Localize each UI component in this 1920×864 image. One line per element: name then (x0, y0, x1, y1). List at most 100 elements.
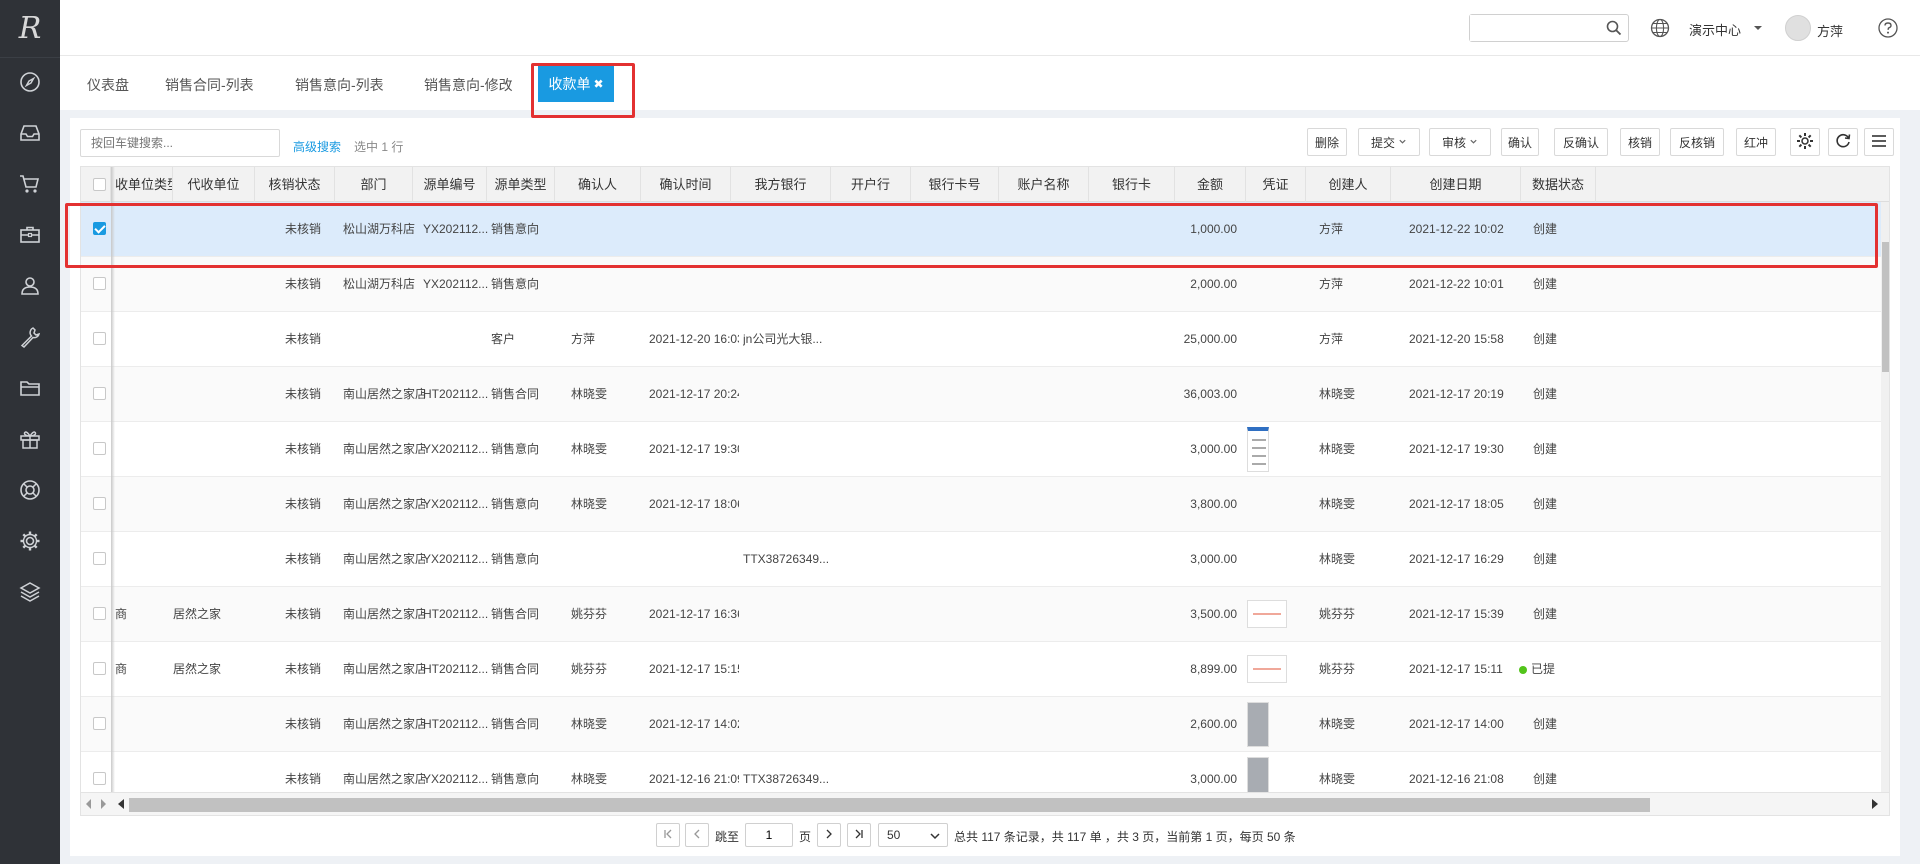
row-checkbox[interactable] (93, 662, 106, 675)
tab-receipt[interactable]: 收款单 ✖ (538, 66, 614, 102)
reverse-button[interactable]: 红冲 (1736, 128, 1776, 156)
sidebar-item-gear[interactable] (0, 517, 60, 568)
sidebar-item-compass[interactable] (0, 58, 60, 109)
sidebar-item-inbox[interactable] (0, 109, 60, 160)
column-header[interactable]: 部门 (335, 167, 413, 202)
scroll-right-icon[interactable] (99, 798, 107, 813)
row-checkbox[interactable] (93, 607, 106, 620)
table-row[interactable]: 商 居然之家 未核销 南山居然之家店 HT202112... 销售合同 姚芬芬 2021-12… (81, 642, 1889, 697)
row-checkbox[interactable] (93, 387, 106, 400)
page-number-input[interactable] (745, 823, 793, 847)
column-header[interactable]: 账户名称 (999, 167, 1089, 202)
row-checkbox[interactable] (93, 772, 106, 785)
table-row[interactable]: 未核销 南山居然之家店 YX202112... 销售意向 林晓雯 2021-12-17 1… (81, 477, 1889, 532)
column-header[interactable]: 金额 (1175, 167, 1246, 202)
list-search-input[interactable] (81, 130, 271, 156)
caret-down-icon[interactable] (1753, 22, 1763, 36)
demo-center-menu[interactable]: 演示中心 (1689, 20, 1741, 39)
unwriteoff-button[interactable]: 反核销 (1670, 128, 1724, 156)
voucher-thumbnail[interactable] (1247, 600, 1287, 628)
scroll-left-icon[interactable] (117, 798, 125, 813)
table-row[interactable]: 未核销 松山湖万科店 YX202112... 销售意向 2,000.00 方萍 2021-1… (81, 257, 1889, 312)
row-checkbox[interactable] (93, 442, 106, 455)
sidebar-item-lifebuoy[interactable] (0, 466, 60, 517)
close-icon[interactable]: ✖ (593, 77, 603, 91)
tab-dashboard[interactable]: 仪表盘 (87, 75, 129, 95)
search-icon[interactable] (1606, 20, 1622, 39)
table-row[interactable]: 未核销 南山居然之家店 YX202112... 销售意向 林晓雯 2021-12-16 2… (81, 752, 1889, 792)
voucher-thumbnail[interactable] (1247, 702, 1269, 747)
globe-icon[interactable] (1650, 18, 1670, 41)
menu-button[interactable] (1864, 128, 1894, 156)
vertical-scroll-thumb[interactable] (1882, 242, 1889, 372)
column-header[interactable]: 源单类型 (487, 167, 555, 202)
row-checkbox[interactable] (93, 332, 106, 345)
table-row[interactable]: 未核销 松山湖万科店 YX202112... 销售意向 1,000.00 方萍 2021-1… (81, 202, 1889, 257)
sidebar-item-user[interactable] (0, 262, 60, 313)
table-row[interactable]: 商 居然之家 未核销 南山居然之家店 HT202112... 销售合同 姚芬芬 2021-12… (81, 587, 1889, 642)
table-row[interactable]: 未核销 南山居然之家店 HT202112... 销售合同 林晓雯 2021-12-17 2… (81, 367, 1889, 422)
last-page-button[interactable] (847, 823, 871, 847)
scroll-right-icon[interactable] (1871, 798, 1879, 813)
settings-button[interactable] (1790, 128, 1820, 156)
sidebar-item-gift[interactable] (0, 415, 60, 466)
avatar[interactable] (1785, 15, 1811, 41)
writeoff-button[interactable]: 核销 (1620, 128, 1660, 156)
horizontal-scrollbar[interactable] (81, 792, 1889, 815)
row-checkbox[interactable] (93, 277, 106, 290)
table-row[interactable]: 未核销 南山居然之家店 YX202112... 销售意向 林晓雯 2021-12-17 1… (81, 422, 1889, 477)
table-row[interactable]: 未核销 南山居然之家店 YX202112... 销售意向 TTX38726349... 3… (81, 532, 1889, 587)
cell-created: 2021-12-16 21:08 (1409, 772, 1504, 786)
help-icon[interactable] (1877, 17, 1899, 42)
tab-sales-intent-edit[interactable]: 销售意向-修改 (424, 75, 513, 95)
tab-sales-intent-list[interactable]: 销售意向-列表 (295, 75, 384, 95)
sidebar-item-briefcase[interactable] (0, 211, 60, 262)
sidebar-item-layers[interactable] (0, 568, 60, 619)
row-checkbox[interactable] (93, 222, 106, 235)
column-header[interactable]: 确认时间 (641, 167, 731, 202)
scroll-left-icon[interactable] (85, 798, 93, 813)
column-header[interactable]: 核销状态 (255, 167, 335, 202)
prev-page-button[interactable] (685, 823, 709, 847)
refresh-button[interactable] (1828, 128, 1858, 156)
global-search-input[interactable] (1470, 15, 1600, 41)
select-all-checkbox[interactable] (93, 178, 106, 191)
column-header[interactable]: 数据状态 (1521, 167, 1596, 202)
first-page-button[interactable] (656, 823, 680, 847)
page-size-select[interactable]: 50 (878, 823, 948, 847)
column-header[interactable]: 凭证 (1246, 167, 1306, 202)
vertical-scrollbar[interactable] (1881, 202, 1889, 792)
next-page-button[interactable] (817, 823, 841, 847)
column-header[interactable]: 收单位类型 (115, 167, 173, 202)
horizontal-scroll-thumb[interactable] (129, 798, 1650, 812)
delete-button[interactable]: 删除 (1307, 128, 1347, 156)
row-checkbox[interactable] (93, 717, 106, 730)
table-row[interactable]: 未核销 客户 方萍 2021-12-20 16:03 jn公司光大银... 25,000.… (81, 312, 1889, 367)
column-header[interactable]: 我方银行 (731, 167, 831, 202)
column-header[interactable]: 创建日期 (1391, 167, 1521, 202)
voucher-thumbnail[interactable] (1247, 655, 1287, 683)
sidebar-item-folder[interactable] (0, 364, 60, 415)
unconfirm-button[interactable]: 反确认 (1554, 128, 1608, 156)
column-header[interactable]: 银行卡 (1089, 167, 1175, 202)
sidebar-item-wrench[interactable] (0, 313, 60, 364)
row-checkbox[interactable] (93, 497, 106, 510)
app-logo[interactable]: R (0, 0, 60, 58)
column-header[interactable]: 确认人 (555, 167, 641, 202)
audit-button[interactable]: 审核 (1429, 128, 1491, 156)
column-header[interactable]: 创建人 (1306, 167, 1391, 202)
voucher-thumbnail[interactable] (1247, 427, 1269, 472)
table-row[interactable]: 未核销 南山居然之家店 HT202112... 销售合同 林晓雯 2021-12-17 1… (81, 697, 1889, 752)
submit-button[interactable]: 提交 (1358, 128, 1420, 156)
username[interactable]: 方萍 (1817, 21, 1843, 40)
voucher-thumbnail[interactable] (1247, 757, 1269, 792)
column-header[interactable]: 银行卡号 (911, 167, 999, 202)
sidebar-item-cart[interactable] (0, 160, 60, 211)
advanced-search-link[interactable]: 高级搜索 (293, 138, 341, 155)
column-header[interactable]: 开户行 (831, 167, 911, 202)
row-checkbox[interactable] (93, 552, 106, 565)
column-header[interactable]: 源单编号 (413, 167, 487, 202)
column-header[interactable]: 代收单位 (173, 167, 255, 202)
confirm-button[interactable]: 确认 (1501, 128, 1539, 156)
tab-sales-contract-list[interactable]: 销售合同-列表 (165, 75, 254, 95)
